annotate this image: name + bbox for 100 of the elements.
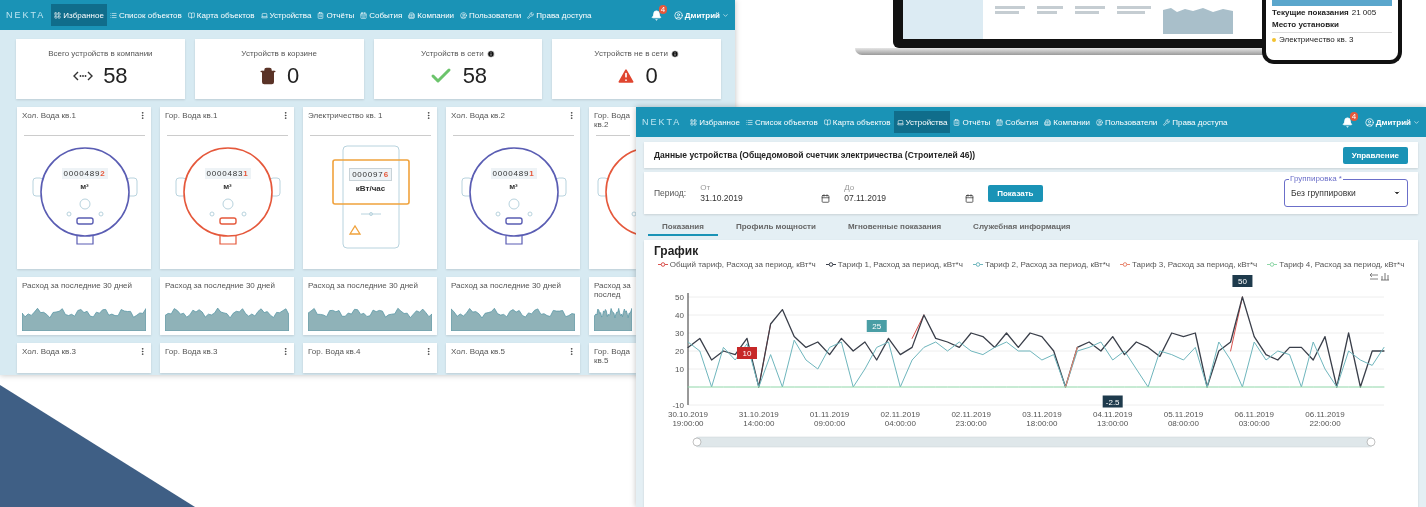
menu-icon[interactable] — [424, 111, 433, 120]
bar-chart-icon[interactable] — [1380, 272, 1390, 281]
legend-item[interactable]: Тариф 4, Расход за период, кВт*ч — [1267, 260, 1405, 269]
stat-label: Всего устройств в компании — [48, 49, 153, 58]
user-icon — [1364, 117, 1374, 127]
book-icon — [187, 11, 195, 19]
laptop-icon — [896, 118, 904, 126]
x-tick-label: 03.11.2019 18:00:00 — [1022, 410, 1062, 428]
nav-item[interactable]: Компании — [1041, 111, 1094, 133]
place-label: Место установки — [1272, 20, 1340, 30]
nav-item[interactable]: Карта объектов — [820, 111, 894, 133]
tab[interactable]: Показания — [648, 218, 718, 236]
meter-unit: м³ — [223, 182, 232, 191]
nav-item[interactable]: Компании — [405, 4, 458, 26]
x-tick-label: 04.11.2019 13:00:00 — [1092, 410, 1133, 428]
nav-item[interactable]: Список объектов — [742, 111, 821, 133]
date-input[interactable]: 31.10.2019 — [700, 193, 743, 203]
nav-item[interactable]: Устройства — [893, 111, 951, 133]
stat-value: 58 — [462, 63, 488, 89]
y-tick-label: 20 — [675, 347, 684, 356]
wrench-icon — [527, 11, 535, 19]
card-title: Гор. Вода кв.3 — [165, 347, 218, 356]
nav-item[interactable]: Отчёты — [314, 4, 358, 26]
page-title: Данные устройства (Общедомовой счетчик электричества (Строителей 46)) — [654, 150, 977, 160]
blurred-text — [995, 11, 1019, 14]
nav-item[interactable]: Пользователи — [1093, 111, 1161, 133]
restore-icon[interactable] — [1369, 272, 1379, 280]
card-title: Гор. Вода кв.5 — [594, 347, 631, 365]
nav-item[interactable]: Права доступа — [1160, 111, 1231, 133]
card-title: Гор. Вода кв.4 — [308, 347, 361, 356]
x-tick-label: 02.11.2019 23:00:00 — [951, 410, 991, 428]
menu-icon[interactable] — [281, 111, 290, 120]
blurred-text — [995, 6, 1025, 9]
value-label: 25 — [866, 320, 887, 332]
nav-item[interactable]: Карта объектов — [184, 4, 258, 26]
blurred-text — [1117, 11, 1145, 14]
x-tick-label: 05.11.2019 08:00:00 — [1163, 410, 1204, 428]
trash-icon — [259, 67, 277, 85]
caret-icon — [722, 11, 729, 19]
consumption-label: Расход за последние 30 дней — [308, 281, 419, 290]
nav-item[interactable]: Избранное — [51, 4, 107, 26]
notification-button[interactable] — [1341, 116, 1353, 128]
manage-button[interactable]: Управление — [1342, 146, 1408, 164]
zoom-handle[interactable] — [692, 437, 702, 447]
device-name: Электричество кв. 3 — [1279, 35, 1354, 45]
show-button[interactable]: Показать — [988, 184, 1043, 202]
blurred-text — [1075, 6, 1105, 9]
nav-item[interactable]: Устройства — [257, 4, 315, 26]
blurred-text — [1075, 11, 1099, 14]
nav-item[interactable]: Пользователи — [457, 4, 525, 26]
nav-item[interactable]: Список объектов — [106, 4, 185, 26]
notification-button[interactable] — [650, 9, 662, 21]
bell-icon — [1341, 116, 1353, 128]
tab[interactable]: Служебная информация — [959, 218, 1085, 236]
x-tick-label: 30.10.2019 19:00:00 — [668, 410, 708, 428]
reading-value: 21 005 — [1351, 8, 1377, 18]
nav-item[interactable]: Права доступа — [524, 4, 595, 26]
value-label: 50 — [1232, 275, 1253, 287]
nav-item[interactable]: Избранное — [687, 111, 743, 133]
date-label: От — [700, 183, 712, 192]
meter-reading: 00004831 — [204, 168, 251, 179]
reading-label: Текущие показания — [1272, 8, 1349, 18]
nav-item[interactable]: Отчёты — [950, 111, 994, 133]
caret-icon — [1393, 189, 1401, 197]
legend-marker-icon — [972, 262, 983, 267]
zoom-handle[interactable] — [1366, 437, 1376, 447]
info-icon[interactable] — [670, 49, 679, 58]
menu-icon[interactable] — [281, 347, 290, 356]
date-input[interactable]: 07.11.2019 — [844, 193, 887, 203]
user-menu[interactable]: Дмитрий — [1364, 117, 1420, 127]
period-label: Период: — [654, 188, 687, 198]
legend-item[interactable]: Тариф 3, Расход за период, кВт*ч — [1120, 260, 1258, 269]
calendar-icon — [996, 118, 1004, 126]
legend-item[interactable]: Тариф 1, Расход за период, кВт*ч — [825, 260, 963, 269]
stat-label: Устройств в сети — [421, 49, 484, 58]
bell-icon — [650, 9, 662, 21]
clipboard-icon — [953, 118, 961, 126]
calendar-icon[interactable] — [965, 193, 975, 203]
tab[interactable]: Профиль мощности — [721, 218, 830, 236]
user-menu[interactable]: Дмитрий — [673, 10, 729, 20]
legend-item[interactable]: Тариф 2, Расход за период, кВт*ч — [972, 260, 1111, 269]
meter-reading: 00004891 — [490, 168, 537, 179]
menu-icon[interactable] — [567, 347, 576, 356]
menu-icon[interactable] — [424, 347, 433, 356]
nav-item[interactable]: События — [993, 111, 1042, 133]
menu-icon[interactable] — [138, 347, 147, 356]
legend-item[interactable]: Общий тариф, Расход за период, кВт*ч — [657, 260, 816, 269]
annotation: 10 — [742, 349, 752, 358]
caret-icon — [1413, 118, 1420, 126]
value-label: -2.5 — [1102, 395, 1123, 408]
calendar-icon[interactable] — [821, 193, 831, 203]
legend-marker-icon — [1267, 262, 1278, 267]
nav-item[interactable]: События — [357, 4, 406, 26]
arrows-icon — [73, 70, 94, 82]
menu-icon[interactable] — [138, 111, 147, 120]
info-icon[interactable] — [486, 49, 495, 58]
menu-icon[interactable] — [567, 111, 576, 120]
notification-badge: 4 — [658, 4, 668, 14]
tab[interactable]: Мгновенные показания — [833, 218, 956, 236]
calendar-icon — [360, 11, 368, 19]
